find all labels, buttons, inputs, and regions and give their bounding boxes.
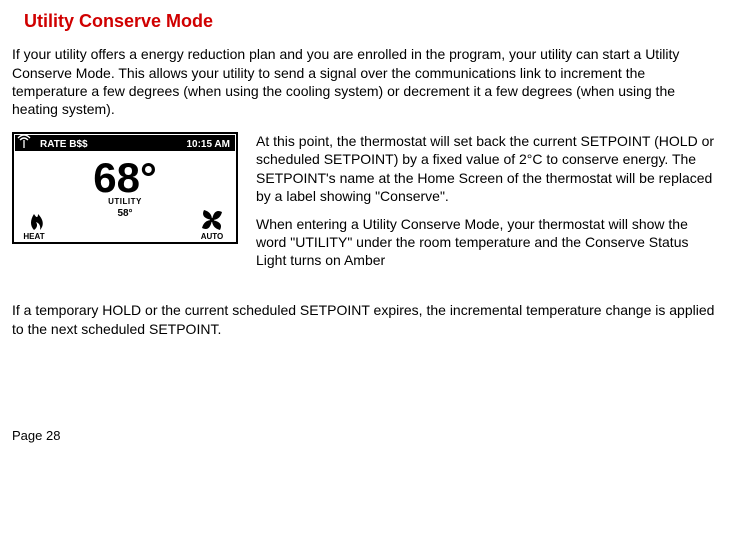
thermo-fan-label: AUTO [201, 232, 224, 241]
page-title: Utility Conserve Mode [24, 10, 718, 33]
thermostat-screenshot: RATE B$$ 10:15 AM 68° UTILITY 58° HEAT A… [12, 132, 238, 244]
thermo-utility-word: UTILITY [108, 197, 142, 206]
setback-paragraph: At this point, the thermostat will set b… [256, 132, 718, 205]
thermo-temp: 68° [93, 154, 157, 201]
thermo-time: 10:15 AM [186, 139, 230, 150]
intro-paragraph: If your utility offers a energy reductio… [12, 45, 718, 118]
expiry-paragraph: If a temporary HOLD or the current sched… [12, 301, 718, 337]
utility-word-paragraph: When entering a Utility Conserve Mode, y… [256, 215, 718, 270]
thermo-setpoint: 58° [117, 208, 132, 219]
thermo-heat-label: HEAT [23, 232, 44, 241]
page-number: Page 28 [12, 428, 718, 445]
thermo-rate: RATE B$$ [40, 139, 88, 150]
